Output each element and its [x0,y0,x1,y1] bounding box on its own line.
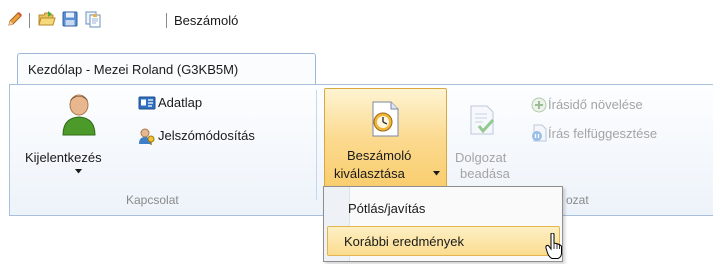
beszamolo-label-line2: kiválasztása [334,166,405,181]
irasido-label: Írásidő növelése [548,97,643,112]
logout-label: Kijelentkezés [25,150,102,165]
dolgozat-label-line2: beadása [460,166,510,181]
document-clock-icon [372,101,399,137]
menu-item-korabbi-eredmenyek[interactable]: Korábbi eredmények [327,226,560,256]
document-check-icon [470,105,495,135]
menu-item-potlas-javitas[interactable]: Pótlás/javítás [324,193,562,223]
group-label-dolgozat: ozat [566,193,589,207]
toolbar-separator [166,13,167,28]
adatlap-label: Adatlap [158,95,203,110]
dropdown-arrow-icon [75,169,82,174]
clock-plus-icon [531,97,547,113]
open-folder-icon[interactable] [38,10,56,28]
save-disk-icon[interactable] [61,10,79,28]
user-icon [62,94,96,136]
copy-icon[interactable] [84,10,102,28]
dolgozat-label-line1: Dolgozat [455,150,507,165]
beszamolo-dropdown-menu: Pótlás/javítás Korábbi eredmények [323,186,563,262]
group-label-kapcsolat: Kapcsolat [126,193,179,207]
iras-felfuggesztese-label: Írás felfüggesztése [548,126,658,141]
toolbar-separator [29,13,30,28]
pencil-icon[interactable] [6,10,24,28]
group-separator [316,90,317,200]
id-card-icon [138,96,156,110]
quick-access-toolbar: Beszámoló [0,0,713,44]
document-pause-icon [532,124,547,142]
menu-item-label: Korábbi eredmények [344,234,464,249]
beszamolo-label-line1: Beszámoló [347,148,412,163]
jelszomodositas-label: Jelszómódosítás [158,128,255,143]
mouse-pointer-icon [545,233,562,259]
dropdown-arrow-icon [433,171,440,176]
user-key-icon [139,128,155,145]
tab-kezdolap[interactable]: Kezdólap - Mezei Roland (G3KB5M) [17,53,316,85]
tab-label: Kezdólap - Mezei Roland (G3KB5M) [28,62,239,77]
window-title: Beszámoló [174,13,239,28]
menu-item-label: Pótlás/javítás [348,201,426,216]
